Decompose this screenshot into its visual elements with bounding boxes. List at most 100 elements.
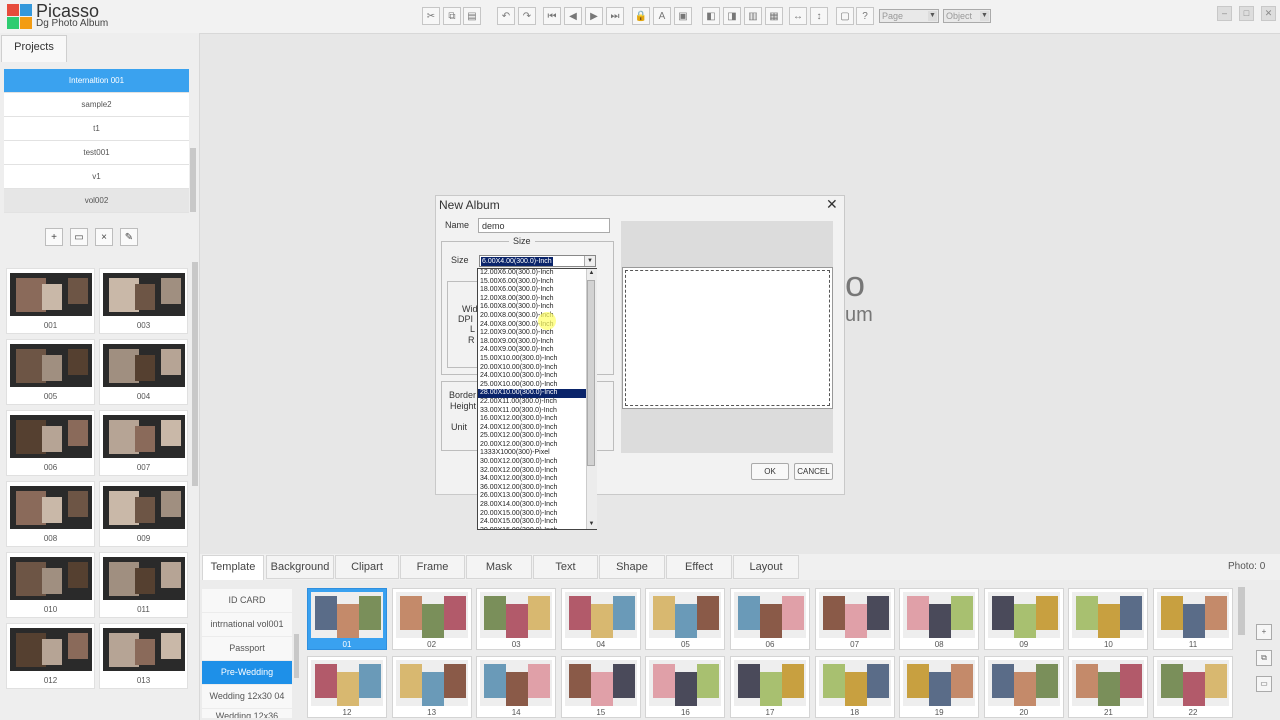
album-thumbnail[interactable]: 003: [99, 268, 188, 334]
size-option[interactable]: 15.00X10.00(300.0)-Inch: [478, 355, 586, 364]
project-item[interactable]: t1: [4, 117, 189, 141]
scroll-up-icon[interactable]: ▲: [587, 269, 596, 278]
photo-layer-icon[interactable]: ▣: [674, 7, 692, 25]
tab-projects[interactable]: Projects: [1, 35, 67, 62]
scroll-down-icon[interactable]: ▼: [587, 520, 596, 529]
project-list-scrollbar[interactable]: [190, 148, 196, 212]
template-item[interactable]: 19: [899, 656, 980, 718]
tab-shape[interactable]: Shape: [599, 555, 665, 579]
template-item[interactable]: 04: [560, 588, 641, 650]
project-item[interactable]: vol002: [4, 189, 189, 213]
size-option[interactable]: 20.00X8.00(300.0)-Inch: [478, 312, 586, 321]
add-page-icon[interactable]: +: [1256, 624, 1272, 640]
new-project-icon[interactable]: +: [45, 228, 63, 246]
cancel-button[interactable]: CANCEL: [794, 463, 833, 480]
prev-page-icon[interactable]: ◀: [564, 7, 582, 25]
album-thumbnail[interactable]: 009: [99, 481, 188, 547]
size-option[interactable]: 24.00X15.00(300.0)-Inch: [478, 518, 586, 527]
album-thumbnail[interactable]: 001: [6, 268, 95, 334]
edit-project-icon[interactable]: ✎: [120, 228, 138, 246]
template-item[interactable]: 02: [391, 588, 472, 650]
size-option[interactable]: 24.00X9.00(300.0)-Inch: [478, 346, 586, 355]
project-item[interactable]: sample2: [4, 93, 189, 117]
lock-icon[interactable]: 🔒: [632, 7, 650, 25]
size-option[interactable]: 26.00X13.00(300.0)-Inch: [478, 492, 586, 501]
template-item[interactable]: 17: [730, 656, 810, 718]
size-option[interactable]: 34.00X12.00(300.0)-Inch: [478, 475, 586, 484]
dropdown-scroll-thumb[interactable]: [587, 280, 595, 466]
size-select[interactable]: 6.00X4.00(300.0)-Inch ▼: [479, 255, 596, 267]
size-option[interactable]: 16.00X12.00(300.0)-Inch: [478, 415, 586, 424]
size-option[interactable]: 33.00X11.00(300.0)-Inch: [478, 407, 586, 416]
album-thumbnail[interactable]: 005: [6, 339, 95, 405]
tab-background[interactable]: Background: [266, 555, 334, 579]
size-option[interactable]: 25.00X10.00(300.0)-Inch: [478, 381, 586, 390]
template-category[interactable]: intrnational vol001: [202, 613, 292, 636]
category-scrollbar[interactable]: [294, 634, 299, 678]
template-item[interactable]: 18: [814, 656, 895, 718]
scissors-icon[interactable]: ✂: [422, 7, 440, 25]
send-back-icon[interactable]: ◨: [723, 7, 741, 25]
template-item[interactable]: 03: [476, 588, 557, 650]
size-option[interactable]: 24.00X12.00(300.0)-Inch: [478, 424, 586, 433]
project-item[interactable]: Internaltion 001: [4, 69, 189, 93]
help-icon[interactable]: ?: [856, 7, 874, 25]
page-select[interactable]: Page ▼: [879, 9, 939, 23]
tab-clipart[interactable]: Clipart: [335, 555, 399, 579]
size-option[interactable]: 16.00X8.00(300.0)-Inch: [478, 303, 586, 312]
template-item[interactable]: 21: [1068, 656, 1149, 718]
size-option[interactable]: 20.00X15.00(300.0)-Inch: [478, 510, 586, 519]
close-icon[interactable]: ✕: [826, 196, 838, 213]
template-category[interactable]: ID CARD: [202, 589, 292, 612]
size-option[interactable]: 36.00X12.00(300.0)-Inch: [478, 484, 586, 493]
align-horizontal-icon[interactable]: ↔: [789, 7, 807, 25]
template-item[interactable]: 22: [1153, 656, 1233, 718]
delete-project-icon[interactable]: ×: [95, 228, 113, 246]
template-item[interactable]: 06: [730, 588, 810, 650]
project-item[interactable]: v1: [4, 165, 189, 189]
duplicate-page-icon[interactable]: ⧉: [1256, 650, 1272, 666]
album-thumbnail[interactable]: 010: [6, 552, 95, 618]
size-option[interactable]: 12.00X6.00(300.0)-Inch: [478, 269, 586, 278]
template-item[interactable]: 08: [899, 588, 980, 650]
template-item[interactable]: 14: [476, 656, 557, 718]
size-option[interactable]: 28.00X10.00(300.0)-Inch: [478, 389, 586, 398]
open-folder-icon[interactable]: ▭: [70, 228, 88, 246]
size-option[interactable]: 12.00X8.00(300.0)-Inch: [478, 295, 586, 304]
size-option[interactable]: 12.00X9.00(300.0)-Inch: [478, 329, 586, 338]
size-option[interactable]: 30.00X12.00(300.0)-Inch: [478, 458, 586, 467]
template-category[interactable]: Wedding 12x30 04: [202, 685, 292, 708]
template-scrollbar[interactable]: [1238, 587, 1245, 635]
album-thumbnail[interactable]: 011: [99, 552, 188, 618]
album-thumbnail[interactable]: 007: [99, 410, 188, 476]
template-item[interactable]: 20: [983, 656, 1064, 718]
template-item[interactable]: 01: [307, 588, 387, 650]
close-window-icon[interactable]: ✕: [1261, 6, 1276, 21]
size-option[interactable]: 22.00X11.00(300.0)-Inch: [478, 398, 586, 407]
project-item[interactable]: test001: [4, 141, 189, 165]
size-option[interactable]: 1333X1000(300)-Pixel: [478, 449, 586, 458]
tab-mask[interactable]: Mask: [466, 555, 532, 579]
bring-forward-icon[interactable]: ▥: [744, 7, 762, 25]
copy-icon[interactable]: ⧉: [443, 7, 461, 25]
album-thumbnail[interactable]: 004: [99, 339, 188, 405]
size-option[interactable]: 24.00X8.00(300.0)-Inch: [478, 321, 586, 330]
size-option[interactable]: 24.00X10.00(300.0)-Inch: [478, 372, 586, 381]
template-item[interactable]: 09: [983, 588, 1064, 650]
template-item[interactable]: 05: [645, 588, 726, 650]
undo-icon[interactable]: ↶: [497, 7, 515, 25]
minimize-icon[interactable]: –: [1217, 6, 1232, 21]
template-item[interactable]: 13: [391, 656, 472, 718]
size-option[interactable]: 20.00X12.00(300.0)-Inch: [478, 441, 586, 450]
paste-icon[interactable]: ▤: [463, 7, 481, 25]
comment-icon[interactable]: ▢: [836, 7, 854, 25]
bring-front-icon[interactable]: ◧: [702, 7, 720, 25]
first-page-icon[interactable]: ⏮: [543, 7, 561, 25]
next-page-icon[interactable]: ▶: [585, 7, 603, 25]
size-option[interactable]: 28.00X14.00(300.0)-Inch: [478, 501, 586, 510]
tab-text[interactable]: Text: [533, 555, 598, 579]
album-thumbnail[interactable]: 008: [6, 481, 95, 547]
template-item[interactable]: 11: [1153, 588, 1233, 650]
album-thumbnail[interactable]: 013: [99, 623, 188, 689]
thumbnail-scrollbar[interactable]: [192, 262, 198, 486]
